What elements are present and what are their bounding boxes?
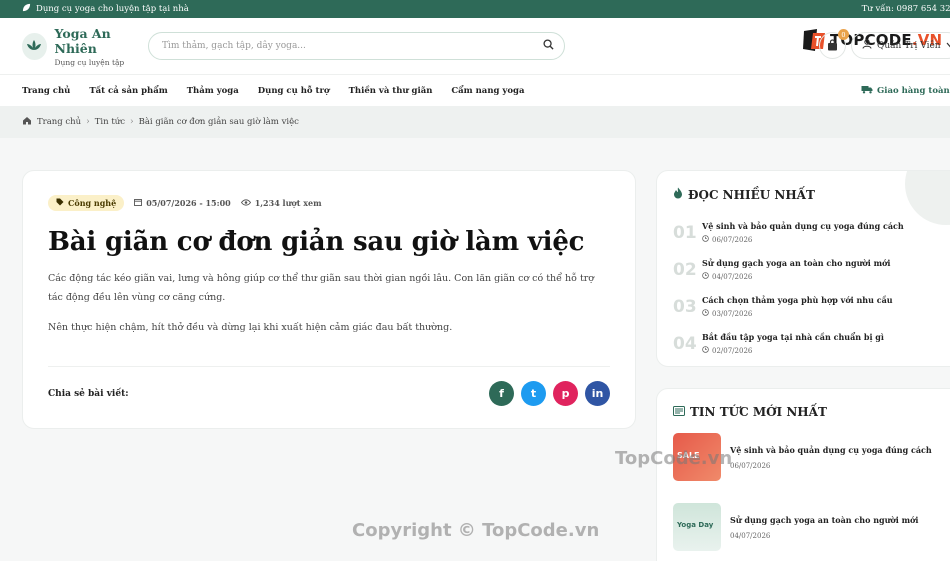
twitter-share-button[interactable]: t (521, 381, 546, 406)
fire-icon (673, 187, 683, 202)
home-icon (22, 116, 32, 128)
nav-item[interactable]: Thiền và thư giãn (349, 86, 433, 96)
search-placeholder: Tìm thảm, gạch tập, dây yoga... (162, 41, 306, 51)
article-meta: Công nghệ 05/07/2026 - 15:00 1,234 lượt … (48, 195, 610, 211)
news-thumbnail-text: SALE (677, 451, 700, 460)
newspaper-icon (673, 405, 685, 419)
rank-number: 01 (673, 222, 697, 243)
share-bar: Chia sẻ bài viết: f t p in (48, 366, 610, 406)
latest-news-title: TIN TỨC MỚI NHẤT (673, 405, 950, 419)
chevron-down-icon (946, 41, 950, 51)
latest-news-title-text: TIN TỨC MỚI NHẤT (690, 405, 827, 419)
most-read-title: ĐỌC NHIỀU NHẤT (673, 187, 950, 202)
latest-news-item-title[interactable]: Sử dụng gạch yoga an toàn cho người mới (730, 515, 918, 525)
category-label: Công nghệ (68, 198, 117, 208)
eye-icon (240, 198, 251, 208)
site-logo[interactable]: Yoga An Nhiên Dụng cụ luyện tập (22, 26, 148, 67)
breadcrumb: Trang chủ › Tin tức › Bài giãn cơ đơn gi… (0, 106, 950, 138)
breadcrumb-current: Bài giãn cơ đơn giản sau giờ làm việc (138, 117, 299, 127)
topbar-left: Dụng cụ yoga cho luyện tập tại nhà (22, 3, 189, 15)
clock-icon (702, 272, 709, 281)
latest-news-item[interactable]: SALE Vệ sinh và bảo quản dụng cụ yoga đún… (673, 433, 950, 481)
most-read-item-date: 02/07/2026 (712, 346, 753, 355)
watermark-copyright: Copyright © TopCode.vn (352, 520, 600, 541)
topbar-hotline[interactable]: Tư vấn: 0987 654 321 (862, 4, 950, 14)
topbar-tagline: Dụng cụ yoga cho luyện tập tại nhà (36, 4, 189, 14)
most-read-item[interactable]: 01 Vệ sinh và bảo quản dụng cụ yoga đúng … (673, 214, 950, 251)
latest-news-item-date: 06/07/2026 (730, 461, 771, 470)
logo-name: Yoga An Nhiên (54, 25, 111, 56)
most-read-item[interactable]: 04 Bắt đầu tập yoga tại nhà cần chuẩn bị … (673, 325, 950, 362)
logo-tagline: Dụng cụ luyện tập (54, 57, 125, 67)
news-thumbnail-text: Yoga Day (677, 521, 714, 529)
most-read-item-title[interactable]: Vệ sinh và bảo quản dụng cụ yoga đúng cá… (702, 221, 904, 231)
user-icon (862, 39, 872, 52)
linkedin-share-button[interactable]: in (585, 381, 610, 406)
search-icon[interactable] (543, 39, 554, 53)
search-input[interactable]: Tìm thảm, gạch tập, dây yoga... (148, 32, 565, 60)
nav-item[interactable]: Trang chủ (22, 86, 70, 96)
shipping-info: Giao hàng toàn quốc (861, 75, 950, 106)
clock-icon (702, 346, 709, 355)
account-label: Quản Trị Viên (877, 40, 941, 51)
breadcrumb-separator: › (86, 117, 90, 127)
latest-news-item-title[interactable]: Vệ sinh và bảo quản dụng cụ yoga đúng cá… (730, 445, 932, 455)
nav-item[interactable]: Dụng cụ hỗ trợ (258, 86, 330, 96)
nav-item[interactable]: Thảm yoga (187, 86, 239, 96)
most-read-title-text: ĐỌC NHIỀU NHẤT (688, 187, 815, 202)
breadcrumb-home[interactable]: Trang chủ (37, 117, 81, 127)
breadcrumb-section[interactable]: Tin tức (95, 117, 125, 127)
nav-item[interactable]: Cẩm nang yoga (451, 86, 524, 96)
topbar: Dụng cụ yoga cho luyện tập tại nhà Tư vấ… (0, 0, 950, 18)
shopping-bag-icon (827, 36, 838, 55)
most-read-item-title[interactable]: Cách chọn thảm yoga phù hợp với nhu cầu (702, 295, 893, 305)
header: Yoga An Nhiên Dụng cụ luyện tập Tìm thảm… (0, 18, 950, 75)
most-read-item-date: 03/07/2026 (712, 309, 753, 318)
nav-item[interactable]: Tất cả sản phẩm (89, 86, 167, 96)
shipping-label: Giao hàng toàn quốc (877, 85, 950, 96)
article-views: 1,234 lượt xem (254, 198, 322, 208)
article-paragraph: Các động tác kéo giãn vai, lưng và hông … (48, 273, 595, 303)
cart-count-badge: 0 (838, 29, 849, 40)
most-read-item-date: 06/07/2026 (712, 235, 753, 244)
most-read-item-title[interactable]: Sử dụng gạch yoga an toàn cho người mới (702, 258, 890, 268)
calendar-icon (134, 198, 143, 208)
most-read-item-title[interactable]: Bắt đầu tập yoga tại nhà cần chuẩn bị gì (702, 332, 884, 342)
truck-icon (861, 85, 873, 97)
facebook-share-button[interactable]: f (489, 381, 514, 406)
most-read-item-date: 04/07/2026 (712, 272, 753, 281)
breadcrumb-separator: › (129, 117, 134, 127)
tag-icon (56, 198, 64, 208)
article-card: Công nghệ 05/07/2026 - 15:00 1,234 lượt … (22, 170, 636, 429)
clock-icon (702, 309, 709, 318)
leaf-icon (22, 3, 31, 15)
news-thumbnail[interactable]: SALE (673, 433, 721, 481)
main-nav: Trang chủ Tất cả sản phẩm Thảm yoga Dụng cụ… (0, 75, 950, 106)
category-badge[interactable]: Công nghệ (48, 195, 125, 211)
lotus-icon (22, 32, 47, 60)
most-read-widget: ĐỌC NHIỀU NHẤT 01 Vệ sinh và bảo quản dụn… (656, 170, 950, 367)
article-paragraph: Nên thực hiện chậm, hít thở đều và dừng … (48, 322, 453, 333)
pinterest-share-button[interactable]: p (553, 381, 578, 406)
clock-icon (702, 235, 709, 244)
rank-number: 03 (673, 296, 697, 317)
news-thumbnail[interactable]: Yoga Day (673, 503, 721, 551)
account-menu[interactable]: Quản Trị Viên (851, 32, 950, 59)
cart-button[interactable]: 0 (819, 29, 849, 59)
latest-news-item[interactable]: Yoga Day Sử dụng gạch yoga an toàn cho ng… (673, 503, 950, 551)
share-buttons: f t p in (489, 381, 610, 406)
most-read-item[interactable]: 02 Sử dụng gạch yoga an toàn cho người mớ… (673, 251, 950, 288)
rank-number: 02 (673, 259, 697, 280)
latest-news-item-date: 04/07/2026 (730, 531, 771, 540)
most-read-item[interactable]: 03 Cách chọn thảm yoga phù hợp với nhu cầ… (673, 288, 950, 325)
latest-news-widget: TIN TỨC MỚI NHẤT SALE Vệ sinh và bảo quản… (656, 388, 950, 561)
article-datetime: 05/07/2026 - 15:00 (146, 198, 231, 208)
article-title: Bài giãn cơ đơn giản sau giờ làm việc (48, 227, 585, 257)
latest-news-list: SALE Vệ sinh và bảo quản dụng cụ yoga đún… (673, 433, 950, 551)
most-read-list: 01 Vệ sinh và bảo quản dụng cụ yoga đúng … (673, 214, 950, 362)
share-label: Chia sẻ bài viết: (48, 388, 129, 399)
rank-number: 04 (673, 333, 697, 354)
